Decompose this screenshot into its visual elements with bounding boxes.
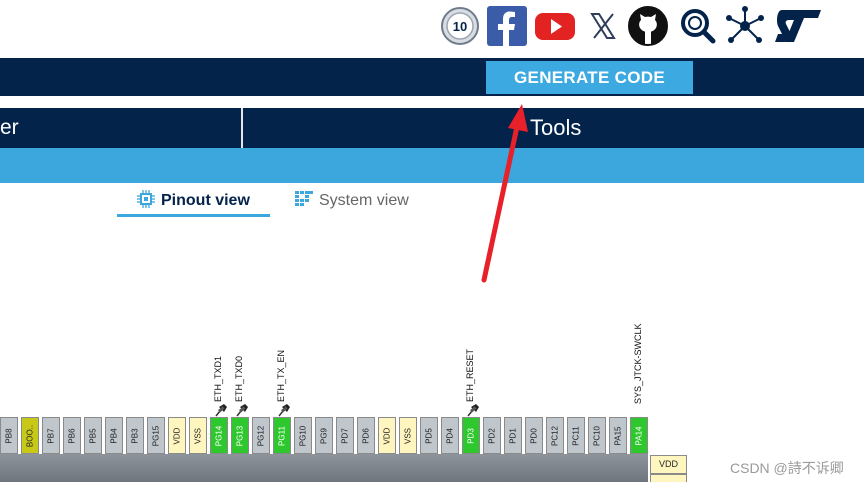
st-logo-icon[interactable] — [774, 6, 822, 46]
pin-pg11[interactable]: PG11 — [273, 417, 291, 454]
pin-vss[interactable]: VSS — [189, 417, 207, 454]
nav-divider — [241, 108, 243, 148]
pin-label: PG14 — [214, 425, 224, 446]
signal-text: ETH_TXD1 — [213, 355, 223, 402]
pin-pc10[interactable]: PC10 — [588, 417, 606, 454]
pin-pa15[interactable]: PA15 — [609, 417, 627, 454]
pin-label: VSS — [403, 427, 413, 444]
pin-pb7[interactable]: PB7 — [42, 417, 60, 454]
pin-pd5[interactable]: PD5 — [420, 417, 438, 454]
pin-pd4[interactable]: PD4 — [441, 417, 459, 454]
pin-pd3[interactable]: PD3 — [462, 417, 480, 454]
anniversary-badge-icon[interactable]: 10 — [440, 6, 480, 46]
pin-pa14[interactable]: PA14 — [630, 417, 648, 454]
pin-pb6[interactable]: PB6 — [63, 417, 81, 454]
nav-item-partial[interactable]: er — [0, 108, 19, 148]
signal-text: ETH_TX_EN — [276, 349, 286, 402]
pushpin-icon — [215, 404, 227, 417]
chip-icon — [137, 190, 155, 208]
pin-label: PC11 — [571, 425, 581, 446]
tab-system-view[interactable]: System view — [295, 190, 435, 214]
pin-pb4[interactable]: PB4 — [105, 417, 123, 454]
pin-label: PA14 — [634, 426, 644, 445]
watermark: CSDN @詩不诉卿 — [730, 460, 844, 476]
pin-pd6[interactable]: PD6 — [357, 417, 375, 454]
pin-label: PC10 — [592, 425, 602, 446]
pin-pd2[interactable]: PD2 — [483, 417, 501, 454]
pin-vdd[interactable]: VDD — [168, 417, 186, 454]
tab-pinout-label: Pinout view — [161, 192, 250, 209]
pin-right-vdd[interactable]: VDD — [650, 455, 687, 474]
sub-nav-bar — [0, 148, 864, 183]
badge-number: 10 — [453, 19, 467, 34]
nav-item-tools[interactable]: Tools — [530, 108, 581, 148]
pin-label: PG13 — [235, 425, 245, 446]
network-icon[interactable] — [725, 6, 765, 46]
pin-label: PG11 — [277, 425, 287, 446]
pin-boo[interactable]: BOO.. — [21, 417, 39, 454]
pin-label: PB6 — [67, 427, 77, 444]
pin-pb3[interactable]: PB3 — [126, 417, 144, 454]
grid-icon — [295, 190, 313, 208]
pin-label: PG10 — [298, 425, 308, 446]
community-search-icon[interactable] — [680, 6, 716, 46]
pin-label: PG9 — [319, 427, 329, 444]
pin-label: PD1 — [508, 427, 518, 444]
facebook-icon[interactable] — [487, 6, 527, 46]
pin-pg15[interactable]: PG15 — [147, 417, 165, 454]
youtube-icon[interactable] — [534, 6, 576, 46]
signal-text: ETH_TXD0 — [234, 355, 244, 402]
pushpin-icon — [278, 404, 290, 417]
pin-pd1[interactable]: PD1 — [504, 417, 522, 454]
pin-pg9[interactable]: PG9 — [315, 417, 333, 454]
pin-right-partial — [650, 474, 687, 482]
pin-pc11[interactable]: PC11 — [567, 417, 585, 454]
pin-label: VDD — [172, 427, 182, 444]
pin-pg10[interactable]: PG10 — [294, 417, 312, 454]
pin-label: VDD — [382, 427, 392, 444]
pin-label: PC12 — [550, 425, 560, 446]
pin-label: PB8 — [4, 427, 14, 444]
header-bar — [0, 58, 864, 96]
pin-label: PD7 — [340, 427, 350, 444]
pin-label: PB3 — [130, 427, 140, 444]
pin-pd7[interactable]: PD7 — [336, 417, 354, 454]
pin-label: PB5 — [88, 427, 98, 444]
signal-text: ETH_RESET — [465, 348, 475, 402]
pin-label: PD6 — [361, 427, 371, 444]
x-icon[interactable] — [586, 6, 620, 46]
pin-pb8[interactable]: PB8 — [0, 417, 18, 454]
pin-label: PG15 — [151, 425, 161, 446]
pin-pb5[interactable]: PB5 — [84, 417, 102, 454]
pin-label: PD2 — [487, 427, 497, 444]
pin-vss[interactable]: VSS — [399, 417, 417, 454]
tab-pinout-view[interactable]: Pinout view — [117, 190, 270, 217]
pin-label: PD3 — [466, 427, 476, 444]
pin-label: PD5 — [424, 427, 434, 444]
github-icon[interactable] — [628, 6, 668, 46]
pin-label: VSS — [193, 427, 203, 444]
pushpin-icon — [236, 404, 248, 417]
pin-pg13[interactable]: PG13 — [231, 417, 249, 454]
main-nav-bar: er Tools — [0, 108, 864, 148]
pin-pg12[interactable]: PG12 — [252, 417, 270, 454]
pin-label: PG12 — [256, 425, 266, 446]
pin-label: PD4 — [445, 427, 455, 444]
generate-code-button[interactable]: GENERATE CODE — [486, 61, 693, 94]
header-separator — [0, 96, 864, 108]
tab-system-label: System view — [319, 192, 409, 209]
pin-label: BOO.. — [25, 424, 35, 447]
pin-vdd[interactable]: VDD — [378, 417, 396, 454]
pin-pd0[interactable]: PD0 — [525, 417, 543, 454]
pin-pc12[interactable]: PC12 — [546, 417, 564, 454]
pin-label: PB7 — [46, 427, 56, 444]
pin-label: PB4 — [109, 427, 119, 444]
pin-label: PD0 — [529, 427, 539, 444]
pin-label: PA15 — [613, 426, 623, 445]
signal-text: SYS_JTCK-SWCLK — [633, 323, 643, 404]
pushpin-icon — [467, 404, 479, 417]
pin-pg14[interactable]: PG14 — [210, 417, 228, 454]
mcu-chip-body — [0, 454, 648, 482]
